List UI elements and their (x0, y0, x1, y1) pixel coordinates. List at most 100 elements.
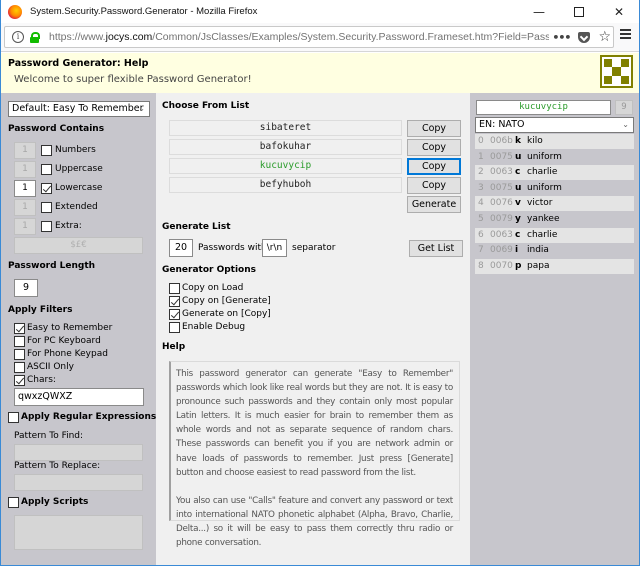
numbers-checkbox[interactable] (41, 145, 52, 156)
nato-word: victor (527, 198, 553, 209)
menu-icon[interactable] (620, 29, 631, 39)
extended-count[interactable]: 1 (14, 199, 36, 216)
maximize-button[interactable] (559, 0, 599, 23)
lowercase-count[interactable]: 1 (14, 180, 36, 197)
copy-on-generate-label: Copy on [Generate] (182, 296, 271, 306)
extended-checkbox[interactable] (41, 202, 52, 213)
lock-icon[interactable] (30, 31, 40, 43)
scripts-checkbox[interactable] (8, 497, 19, 508)
generator-panel: Choose From List sibateret Copy bafokuha… (156, 93, 470, 565)
nato-row: 6 0063 c charlie (475, 227, 634, 243)
nato-word: charlie (527, 167, 558, 178)
passwords-with-label: Passwords with (198, 243, 267, 253)
nato-word: charlie (527, 229, 558, 240)
nato-row: 8 0070 p papa (475, 258, 634, 274)
alphabet-select[interactable]: EN: NATO ⌄ (475, 117, 634, 133)
nato-index: 8 (478, 260, 484, 271)
password-field-4[interactable]: befyhuboh (169, 177, 402, 193)
replace-label: Pattern To Replace: (14, 461, 101, 471)
copy-button-4[interactable]: Copy (407, 177, 461, 194)
nato-char: v (515, 198, 521, 209)
enable-debug-checkbox[interactable] (169, 322, 180, 333)
uppercase-checkbox[interactable] (41, 164, 52, 175)
phone-keypad-label: For Phone Keypad (27, 349, 108, 359)
scripts-title: Apply Scripts (21, 497, 89, 507)
password-field-1[interactable]: sibateret (169, 120, 402, 136)
nato-code: 0079 (490, 214, 513, 224)
nato-index: 0 (478, 136, 484, 146)
nato-word: uniform (527, 182, 562, 193)
minimize-icon: — (533, 4, 545, 19)
generate-on-copy-label: Generate on [Copy] (182, 309, 271, 319)
nato-row: 5 0079 y yankee (475, 212, 634, 227)
nato-word: yankee (527, 214, 560, 224)
minimize-button[interactable]: — (519, 0, 559, 23)
pc-keyboard-label: For PC Keyboard (27, 336, 101, 346)
generate-button[interactable]: Generate (407, 196, 461, 213)
password-length-title: Password Length (8, 261, 96, 271)
phone-keypad-checkbox[interactable] (14, 349, 25, 360)
easy-to-remember-checkbox[interactable] (14, 323, 25, 334)
password-length-input[interactable]: 9 (14, 279, 38, 297)
settings-panel: Default: Easy To Remember ⌄ Password Con… (1, 93, 156, 565)
regex-checkbox[interactable] (8, 412, 19, 423)
pc-keyboard-checkbox[interactable] (14, 336, 25, 347)
easy-to-remember-label: Easy to Remember (27, 323, 113, 333)
find-input[interactable] (14, 444, 143, 461)
password-field-3[interactable]: kucuvycip (169, 158, 402, 174)
help-paragraph-2: You also can use "Calls" feature and con… (176, 495, 453, 549)
info-icon[interactable]: i (12, 31, 24, 43)
nato-index: 3 (478, 182, 484, 193)
close-icon: ✕ (613, 4, 625, 19)
nato-word: kilo (527, 136, 543, 146)
extra-label: Extra: (55, 221, 82, 231)
uppercase-label: Uppercase (55, 164, 103, 174)
generate-list-title: Generate List (162, 222, 231, 232)
ascii-only-checkbox[interactable] (14, 362, 25, 373)
lowercase-label: Lowercase (55, 183, 103, 193)
url-text[interactable]: https://www.jocys.com/Common/JsClasses/E… (49, 31, 549, 43)
preset-select[interactable]: Default: Easy To Remember ⌄ (8, 101, 150, 117)
extra-chars-input[interactable]: $£€ (14, 237, 143, 254)
password-field-2[interactable]: bafokuhar (169, 139, 402, 155)
more-icon[interactable]: ••• (552, 31, 571, 44)
apply-filters-title: Apply Filters (8, 305, 73, 315)
nato-password-input[interactable]: kucuvycip (476, 100, 611, 115)
copy-button-2[interactable]: Copy (407, 139, 461, 156)
separator-input[interactable]: \r\n (262, 239, 287, 257)
replace-input[interactable] (14, 474, 143, 491)
nato-code: 0063 (490, 229, 513, 240)
page-header: Password Generator: Help Welcome to supe… (1, 53, 639, 93)
chars-input[interactable]: qwxzQWXZ (14, 388, 144, 406)
bookmark-star-icon[interactable]: ☆ (598, 29, 611, 45)
help-paragraph-1: This password generator can generate "Ea… (176, 369, 453, 478)
nato-row: 4 0076 v victor (475, 196, 634, 212)
copy-on-generate-checkbox[interactable] (169, 296, 180, 307)
list-count-input[interactable]: 20 (169, 239, 193, 257)
nato-code: 006b (490, 136, 513, 146)
uppercase-count[interactable]: 1 (14, 161, 36, 178)
extra-checkbox[interactable] (41, 221, 52, 232)
nato-word: papa (527, 260, 550, 271)
pocket-icon[interactable] (578, 31, 591, 43)
nato-char: i (515, 245, 519, 256)
get-list-button[interactable]: Get List (409, 240, 463, 257)
generate-on-copy-checkbox[interactable] (169, 309, 180, 320)
extended-label: Extended (55, 202, 98, 212)
lowercase-checkbox[interactable] (41, 183, 52, 194)
copy-on-load-checkbox[interactable] (169, 283, 180, 294)
nato-char: u (515, 151, 522, 162)
site-logo (600, 55, 633, 88)
extra-count[interactable]: 1 (14, 218, 36, 235)
copy-button-1[interactable]: Copy (407, 120, 461, 137)
chevron-down-icon: ⌄ (622, 120, 629, 129)
generator-options-title: Generator Options (162, 265, 256, 275)
close-button[interactable]: ✕ (599, 0, 639, 23)
chars-checkbox[interactable] (14, 375, 25, 386)
url-bar[interactable]: i https://www.jocys.com/Common/JsClasses… (4, 26, 614, 48)
copy-button-3[interactable]: Copy (407, 158, 461, 175)
nato-code: 0069 (490, 245, 513, 256)
nato-panel: kucuvycip 9 EN: NATO ⌄ 0 006b k kilo 1 0075 u u… (470, 93, 639, 565)
scripts-textarea[interactable] (14, 515, 143, 550)
numbers-count[interactable]: 1 (14, 142, 36, 159)
